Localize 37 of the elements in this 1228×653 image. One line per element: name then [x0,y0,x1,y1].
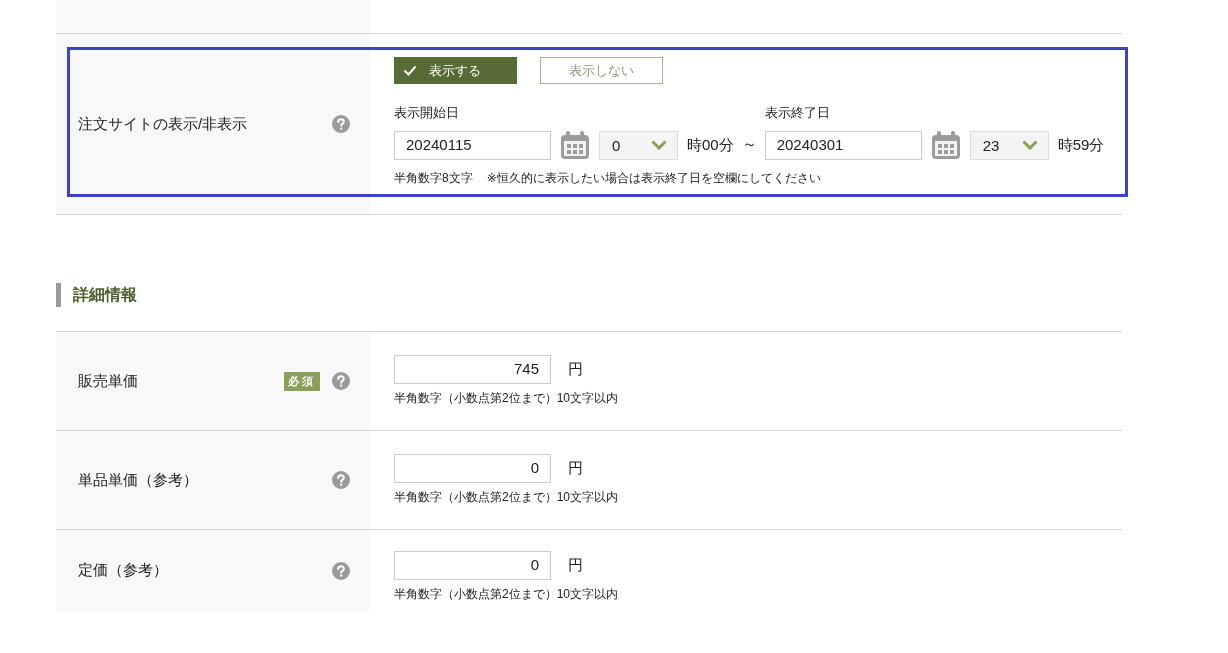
price-field[interactable]: 0 [394,454,551,483]
unit-label: 円 [568,360,583,379]
help-icon[interactable] [332,372,350,390]
hint-text: 半角数字（小数点第2位まで）10文字以内 [394,390,620,407]
help-icon[interactable] [332,561,350,580]
hint-text: 半角数字8文字 [394,170,473,187]
toggle-option[interactable]: 表示する [394,57,517,84]
calendar-icon[interactable] [560,130,590,160]
section-marker [56,283,61,307]
checkmark-icon [403,65,417,76]
help-icon[interactable] [332,115,350,133]
date-label: 表示開始日 [394,104,460,122]
field-label: 販売単価 [78,371,139,391]
field-label: 定価（参考） [78,561,169,580]
section-title: 詳細情報 [73,284,137,305]
hint-text: 半角数字（小数点第2位まで）10文字以内 [394,489,620,506]
time-suffix: 時59分 [1057,135,1105,155]
calendar-icon[interactable] [930,130,961,160]
hour-select[interactable]: 23 [969,130,1049,160]
chevron-down-icon [1021,140,1038,150]
date-label: 表示終了日 [764,104,831,122]
required-badge: 必須 [284,371,320,391]
price-field[interactable]: 745 [394,355,551,384]
chevron-down-icon [651,140,667,150]
date-field[interactable]: 20240301 [764,130,922,160]
hint-text: 半角数字（小数点第2位まで）10文字以内 [394,586,620,603]
date-field[interactable]: 20240115 [394,130,551,160]
unit-label: 円 [568,556,583,575]
unit-label: 円 [568,459,583,478]
hour-select[interactable]: 0 [599,130,678,160]
hint-text: ※恒久的に表示したい場合は表示終了日を空欄にしてください [486,170,821,187]
price-field[interactable]: 0 [394,551,551,580]
range-separator: ～ [741,135,757,154]
time-suffix: 時00分 [687,135,734,155]
field-label: 注文サイトの表示/非表示 [78,114,249,134]
help-icon[interactable] [332,471,350,489]
field-label: 単品単価（参考） [78,470,199,490]
